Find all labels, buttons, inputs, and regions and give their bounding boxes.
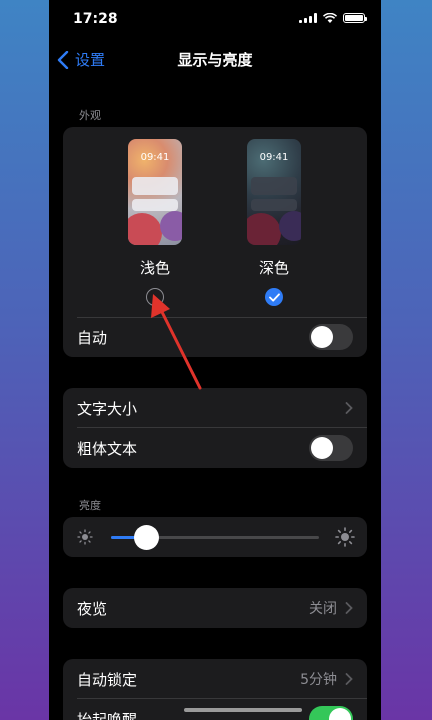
brightness-slider[interactable]: [111, 525, 319, 550]
preview-clock: 09:41: [259, 152, 289, 163]
chevron-right-icon: [345, 602, 353, 614]
auto-lock-value: 5分钟: [300, 672, 337, 688]
sun-small-icon: [77, 529, 93, 545]
auto-lock-row[interactable]: 自动锁定 5分钟: [63, 659, 367, 699]
bold-text-row: 粗体文本: [63, 428, 367, 468]
bold-text-label: 粗体文本: [77, 439, 138, 458]
dark-mode-option[interactable]: 09:41 深色: [234, 139, 314, 306]
light-mode-label: 浅色: [139, 259, 170, 277]
auto-appearance-toggle[interactable]: [309, 324, 353, 350]
brightness-slider-row: [63, 517, 367, 557]
text-size-row[interactable]: 文字大小: [63, 388, 367, 428]
checkmark-icon: [268, 292, 280, 302]
dark-mode-label: 深色: [258, 259, 289, 277]
navigation-bar: 设置 显示与亮度: [49, 44, 381, 74]
cellular-signal-icon: [299, 13, 317, 23]
light-mode-radio[interactable]: [146, 288, 164, 306]
auto-lock-label: 自动锁定: [77, 670, 138, 689]
night-shift-value: 关闭: [309, 601, 337, 617]
night-shift-row[interactable]: 夜览 关闭: [63, 588, 367, 628]
preview-clock: 09:41: [140, 152, 170, 163]
phone-screen: 17:28 设置 显示与亮度 外观 09:41 浅色 09:41 深色 自动 文…: [49, 0, 381, 720]
home-indicator: [184, 708, 302, 712]
status-time: 17:28: [73, 11, 118, 27]
night-shift-label: 夜览: [77, 599, 108, 618]
raise-to-wake-toggle[interactable]: [309, 706, 353, 720]
brightness-group: [63, 517, 367, 557]
light-mode-preview: 09:41: [128, 139, 182, 245]
status-bar: 17:28: [49, 0, 381, 36]
wifi-icon: [323, 13, 337, 23]
night-shift-group: 夜览 关闭: [63, 588, 367, 628]
battery-icon: [343, 13, 367, 23]
text-group: 文字大小 粗体文本: [63, 388, 367, 468]
dark-mode-preview: 09:41: [247, 139, 301, 245]
auto-appearance-row: 自动: [63, 317, 367, 357]
brightness-slider-thumb[interactable]: [134, 525, 160, 550]
brightness-section-label: 亮度: [79, 499, 101, 512]
status-icons: [299, 13, 367, 23]
sun-large-icon: [335, 527, 355, 547]
auto-appearance-label: 自动: [77, 328, 108, 347]
appearance-group: 09:41 浅色 09:41 深色 自动: [63, 127, 367, 357]
page-title: 显示与亮度: [177, 51, 253, 69]
dark-mode-radio[interactable]: [265, 288, 283, 306]
chevron-right-icon: [345, 673, 353, 685]
bold-text-toggle[interactable]: [309, 435, 353, 461]
chevron-right-icon: [345, 402, 353, 414]
light-mode-option[interactable]: 09:41 浅色: [115, 139, 195, 306]
text-size-label: 文字大小: [77, 399, 138, 418]
appearance-section-label: 外观: [79, 109, 101, 122]
